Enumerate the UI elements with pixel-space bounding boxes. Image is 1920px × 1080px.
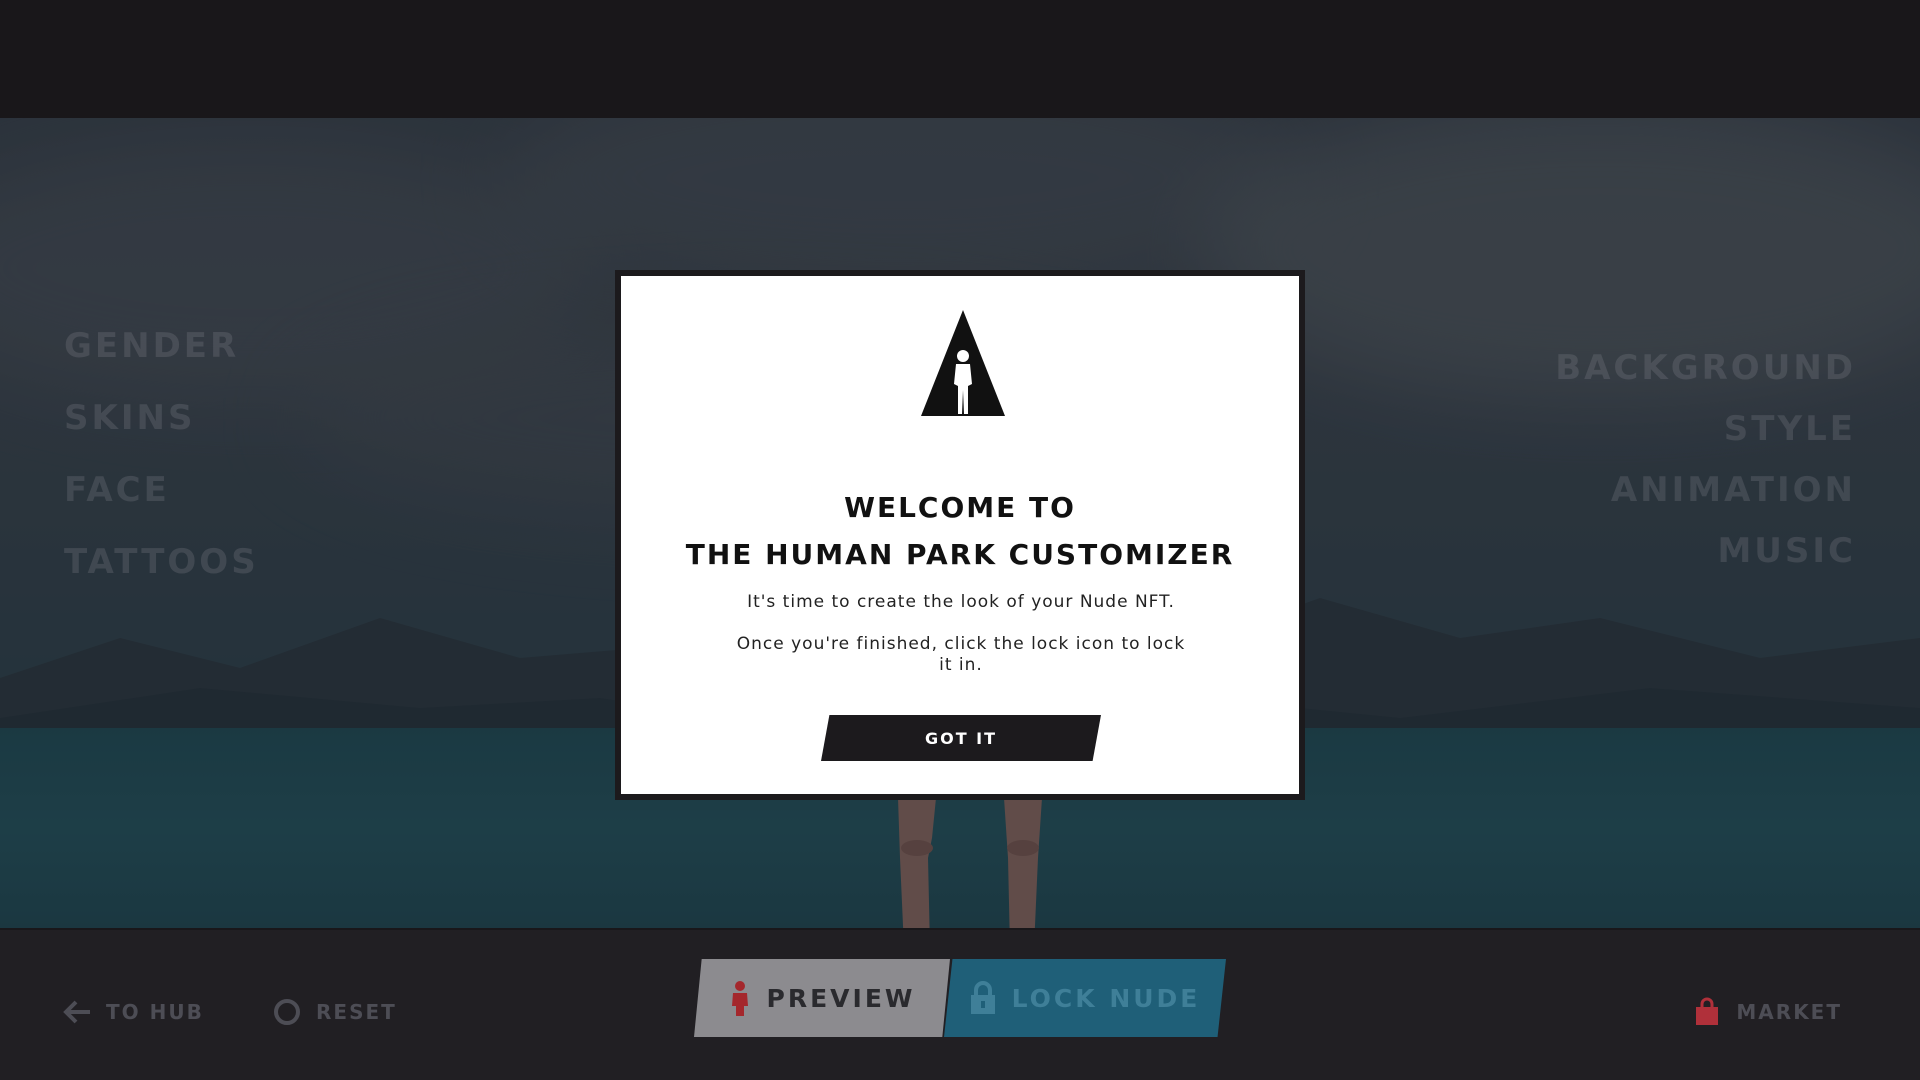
modal-title-line2: THE HUMAN PARK CUSTOMIZER — [685, 538, 1235, 571]
right-category-menu: BACKGROUND STYLE ANIMATION MUSIC — [1555, 346, 1856, 590]
reset-label: RESET — [316, 1000, 397, 1024]
triangle-figure-logo-icon — [921, 310, 1005, 416]
reset-button[interactable]: RESET — [272, 997, 397, 1027]
modal-instruction-text: Once you're finished, click the lock ico… — [736, 634, 1186, 675]
menu-item-background[interactable]: BACKGROUND — [1555, 346, 1856, 407]
lock-icon — [970, 981, 995, 1014]
preview-button[interactable]: PREVIEW — [694, 959, 950, 1037]
market-label: MARKET — [1736, 1000, 1842, 1024]
market-button[interactable]: MARKET — [1692, 997, 1842, 1027]
welcome-modal-body: WELCOME TO THE HUMAN PARK CUSTOMIZER It'… — [621, 276, 1299, 794]
bottom-action-bar: TO HUB RESET PREVIEW LOCK NUDE MARKET — [0, 930, 1920, 1080]
shopping-bag-icon — [1696, 997, 1719, 1025]
menu-item-skins[interactable]: SKINS — [64, 396, 259, 468]
figure-icon — [731, 981, 748, 1016]
menu-item-music[interactable]: MUSIC — [1555, 529, 1856, 590]
preview-label: PREVIEW — [766, 983, 916, 1013]
left-category-menu: GENDER SKINS FACE TATTOOS — [64, 324, 259, 612]
menu-item-tattoos[interactable]: TATTOOS — [64, 540, 259, 612]
customizer-screen: GENDER SKINS FACE TATTOOS BACKGROUND STY… — [0, 0, 1920, 1080]
to-hub-label: TO HUB — [106, 1000, 204, 1024]
lock-nude-button[interactable]: LOCK NUDE — [944, 959, 1226, 1037]
modal-title-line1: WELCOME TO — [844, 491, 1076, 524]
to-hub-button[interactable]: TO HUB — [62, 997, 204, 1027]
menu-item-style[interactable]: STYLE — [1555, 407, 1856, 468]
got-it-button[interactable]: GOT IT — [821, 715, 1101, 761]
modal-intro-text: It's time to create the look of your Nud… — [747, 592, 1175, 612]
lock-nude-label: LOCK NUDE — [1011, 983, 1201, 1013]
modal-title: WELCOME TO THE HUMAN PARK CUSTOMIZER — [621, 484, 1299, 578]
welcome-modal: WELCOME TO THE HUMAN PARK CUSTOMIZER It'… — [615, 270, 1305, 800]
menu-item-gender[interactable]: GENDER — [64, 324, 259, 396]
reset-icon — [274, 999, 300, 1025]
menu-item-animation[interactable]: ANIMATION — [1555, 468, 1856, 529]
menu-item-face[interactable]: FACE — [64, 468, 259, 540]
arrow-left-icon — [63, 1000, 90, 1024]
